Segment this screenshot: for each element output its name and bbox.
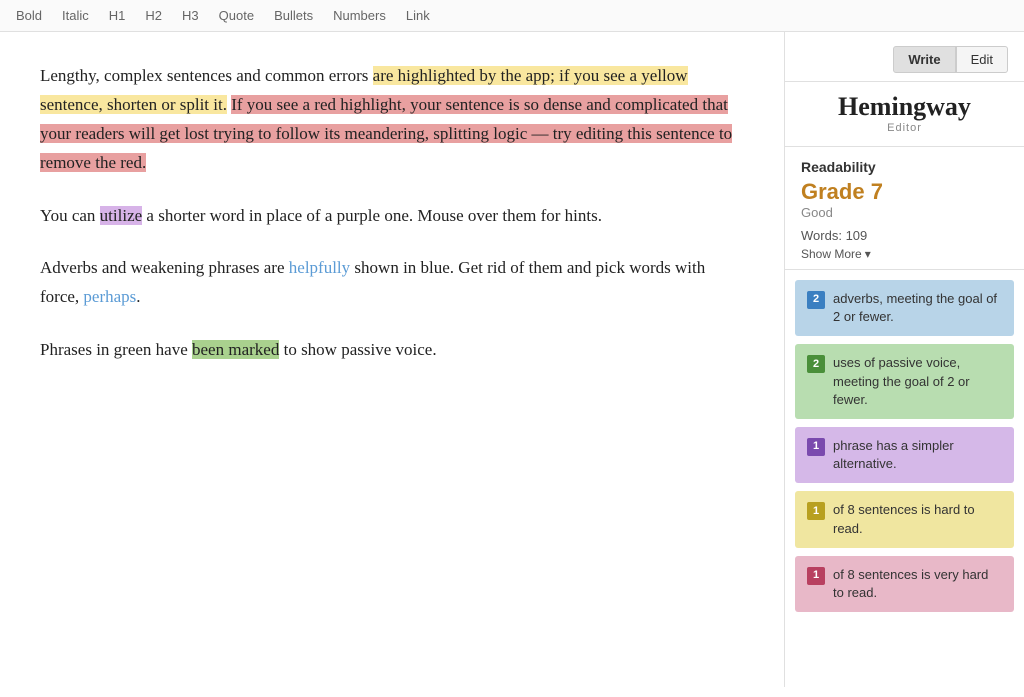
words-count: 109 [846,228,868,243]
para2-purple-highlight: utilize [100,206,142,225]
words-line: Words: 109 [801,228,1008,243]
stat-card-simpler: 1 phrase has a simpler alternative. [795,427,1014,483]
brand-logo-area: Hemingway Editor [785,82,1024,147]
stat-card-passive: 2 uses of passive voice, meeting the goal… [795,344,1014,419]
stats-list: 2 adverbs, meeting the goal of 2 or fewer… [785,270,1024,687]
stat-text-simpler: phrase has a simpler alternative. [833,437,1002,473]
toolbar-bold[interactable]: Bold [16,8,42,23]
stat-badge-hard: 1 [807,502,825,520]
para3-blue-highlight: helpfully [289,258,350,277]
stat-text-passive: uses of passive voice, meeting the goal … [833,354,1002,409]
grade-label: Good [801,205,1008,220]
para3-after: . [136,287,140,306]
toolbar-h3[interactable]: H3 [182,8,199,23]
readability-section: Readability Grade 7 Good Words: 109 Show… [785,147,1024,270]
toolbar-italic[interactable]: Italic [62,8,89,23]
words-label: Words [801,228,838,243]
para2-after: a shorter word in place of a purple one.… [142,206,602,225]
sidebar-tabs: Write Edit [785,32,1024,82]
editor-area[interactable]: Lengthy, complex sentences and common er… [0,32,784,687]
stat-badge-very-hard: 1 [807,567,825,585]
readability-title: Readability [801,159,1008,175]
toolbar: Bold Italic H1 H2 H3 Quote Bullets Numbe… [0,0,1024,32]
paragraph-3: Adverbs and weakening phrases are helpfu… [40,254,744,312]
toolbar-quote[interactable]: Quote [219,8,254,23]
para4-after: to show passive voice. [279,340,436,359]
edit-tab[interactable]: Edit [956,46,1008,73]
para2-before: You can [40,206,100,225]
para4-green-highlight: been marked [192,340,279,359]
grade-value: Grade 7 [801,179,1008,205]
brand-name: Hemingway [801,92,1008,122]
stat-text-hard: of 8 sentences is hard to read. [833,501,1002,537]
para3-blue2-highlight: perhaps [83,287,136,306]
toolbar-numbers[interactable]: Numbers [333,8,386,23]
stat-text-very-hard: of 8 sentences is very hard to read. [833,566,1002,602]
brand-sub: Editor [801,122,1008,134]
para1-plain-start: Lengthy, complex sentences and common er… [40,66,373,85]
paragraph-2: You can utilize a shorter word in place … [40,202,744,231]
toolbar-h1[interactable]: H1 [109,8,126,23]
show-more-button[interactable]: Show More ▾ [801,247,1008,261]
para3-before: Adverbs and weakening phrases are [40,258,289,277]
paragraph-4: Phrases in green have been marked to sho… [40,336,744,365]
chevron-down-icon: ▾ [865,247,871,261]
stat-card-adverbs: 2 adverbs, meeting the goal of 2 or fewer… [795,280,1014,336]
para4-before: Phrases in green have [40,340,192,359]
sidebar: Write Edit Hemingway Editor Readability … [784,32,1024,687]
toolbar-bullets[interactable]: Bullets [274,8,313,23]
write-tab[interactable]: Write [893,46,955,73]
stat-card-very-hard: 1 of 8 sentences is very hard to read. [795,556,1014,612]
stat-badge-adverbs: 2 [807,291,825,309]
stat-text-adverbs: adverbs, meeting the goal of 2 or fewer. [833,290,1002,326]
stat-badge-passive: 2 [807,355,825,373]
stat-badge-simpler: 1 [807,438,825,456]
main-layout: Lengthy, complex sentences and common er… [0,32,1024,687]
stat-card-hard: 1 of 8 sentences is hard to read. [795,491,1014,547]
toolbar-h2[interactable]: H2 [145,8,162,23]
paragraph-1: Lengthy, complex sentences and common er… [40,62,744,178]
toolbar-link[interactable]: Link [406,8,430,23]
